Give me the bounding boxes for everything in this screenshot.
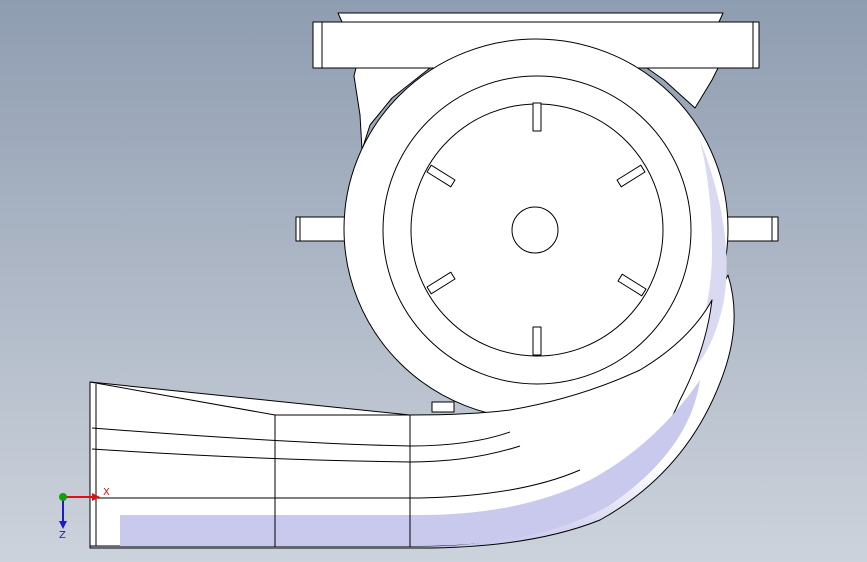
blade-bottom — [532, 326, 542, 356]
cad-graphics-viewport[interactable]: X Z — [0, 0, 867, 562]
blade-top — [532, 102, 542, 132]
x-axis-label: X — [103, 487, 110, 498]
y-axis-marker — [59, 493, 67, 501]
pump-model-view[interactable] — [0, 0, 867, 562]
top-flange-upper-lip — [337, 12, 724, 23]
impeller-hub — [511, 206, 559, 254]
drain-bracket — [431, 401, 455, 413]
z-axis-label: Z — [59, 530, 66, 541]
